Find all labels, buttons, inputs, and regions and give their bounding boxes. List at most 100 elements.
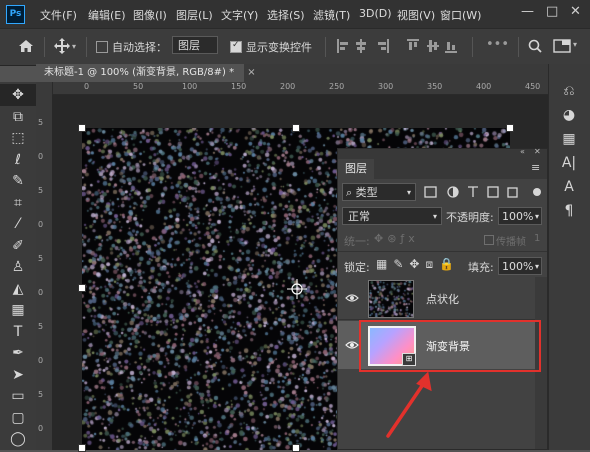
- show-transform-checkbox[interactable]: [230, 40, 242, 53]
- character-icon[interactable]: A|: [556, 152, 582, 174]
- artboard-tool-icon[interactable]: ⧉: [0, 106, 36, 128]
- move-tool-icon[interactable]: ✥: [0, 84, 36, 106]
- close-panel-icon[interactable]: ✕: [534, 147, 541, 156]
- panel-menu-icon[interactable]: ≡: [531, 161, 540, 174]
- annotation-arrow-icon: [386, 371, 432, 438]
- eyedropper-tool-icon[interactable]: ⁄: [0, 213, 36, 235]
- show-transform-label: 显示变换控件: [246, 41, 312, 54]
- ruler-left-label: 5: [38, 254, 44, 263]
- chevron-down-icon[interactable]: ▾: [72, 42, 76, 51]
- chevron-down-icon: ▾: [534, 262, 539, 271]
- search-icon[interactable]: [528, 39, 542, 53]
- ruler-top-label: 100: [182, 82, 198, 91]
- collapse-icon[interactable]: «: [520, 147, 525, 156]
- menu-item[interactable]: 3D(D): [359, 7, 392, 20]
- layer-name[interactable]: 点状化: [426, 291, 459, 307]
- more-options-icon[interactable]: •••: [486, 37, 509, 52]
- opacity-input[interactable]: 100% ▾: [498, 207, 542, 225]
- photoshop-logo-icon: Ps: [6, 5, 25, 24]
- layer-row[interactable]: 点状化: [338, 277, 547, 320]
- maximize-button[interactable]: □: [546, 4, 558, 19]
- home-icon[interactable]: [18, 39, 34, 53]
- ruler-top-label: 50: [133, 82, 144, 91]
- move-tool-icon[interactable]: [54, 38, 70, 54]
- workspace-icon[interactable]: [553, 39, 571, 53]
- menu-item[interactable]: 滤镜(T): [313, 7, 350, 23]
- ruler-left-label: 5: [38, 322, 44, 331]
- pen-tool-icon[interactable]: ✒: [0, 342, 36, 364]
- tab-layers[interactable]: 图层: [338, 159, 374, 179]
- eraser-tool-icon[interactable]: ◭: [0, 278, 36, 300]
- stamp-tool-icon[interactable]: ♙: [0, 256, 36, 278]
- eye-icon[interactable]: [345, 340, 359, 350]
- auto-select-target-value: 图层: [178, 39, 200, 52]
- ruler-left-label: 0: [38, 152, 44, 161]
- ruler-top-label: 300: [378, 82, 394, 91]
- blend-mode-dropdown[interactable]: 正常 ▾: [342, 207, 442, 225]
- auto-select-label: 自动选择：: [112, 41, 167, 54]
- rounded-rect-tool-icon[interactable]: ▢: [0, 407, 36, 429]
- lock-label: 锁定:: [344, 261, 370, 274]
- swatches-icon[interactable]: ▦: [556, 128, 582, 150]
- quick-select-tool-icon[interactable]: ✎: [0, 170, 36, 192]
- fill-input[interactable]: 100% ▾: [498, 257, 542, 275]
- chevron-down-icon: ▾: [534, 212, 539, 221]
- menu-item[interactable]: 选择(S): [267, 7, 305, 23]
- layer-thumbnail-dots: [369, 281, 413, 317]
- transform-handle[interactable]: [78, 124, 86, 132]
- menu-item[interactable]: 视图(V): [397, 7, 435, 23]
- layer-filter-dropdown[interactable]: ⌕ 类型 ▾: [342, 183, 416, 201]
- transform-handle[interactable]: [292, 444, 300, 452]
- transform-handle[interactable]: [506, 124, 514, 132]
- ellipse-tool-icon[interactable]: ◯: [0, 428, 36, 450]
- close-window-button[interactable]: ✕: [570, 4, 581, 19]
- menu-item[interactable]: 窗口(W): [440, 7, 481, 23]
- auto-select-checkbox[interactable]: [96, 41, 108, 53]
- menu-item[interactable]: 图层(L): [176, 7, 213, 23]
- menu-item[interactable]: 图像(I): [133, 7, 167, 23]
- lasso-tool-icon[interactable]: ℓ: [0, 149, 36, 171]
- rectangle-tool-icon[interactable]: ▭: [0, 385, 36, 407]
- panel-collapse-bar: « ✕: [338, 147, 547, 159]
- tab-close-icon[interactable]: ×: [247, 67, 255, 78]
- layers-panel: « ✕ 图层 ≡ ⌕ 类型 ▾ 正常 ▾ 不透明度: 100% ▾ 统一: ✥⊛…: [337, 147, 548, 450]
- search-icon: ⌕: [346, 186, 353, 199]
- minimize-button[interactable]: —: [521, 4, 534, 19]
- transform-handle[interactable]: [78, 284, 86, 292]
- chevron-down-icon[interactable]: ▾: [573, 40, 577, 49]
- auto-select-target-dropdown[interactable]: 图层: [172, 36, 218, 54]
- layer-filter-icons[interactable]: [424, 185, 544, 199]
- fill-value: 100%: [502, 260, 534, 273]
- separator: [472, 37, 473, 57]
- ruler-left-label: 5: [38, 186, 44, 195]
- ruler-top-label: 200: [280, 82, 296, 91]
- marquee-tool-icon[interactable]: ⬚: [0, 127, 36, 149]
- ruler-left-label: 5: [38, 118, 44, 127]
- color-icon[interactable]: ◕: [556, 104, 582, 126]
- menu-item[interactable]: 文件(F): [40, 7, 77, 23]
- gradient-tool-icon[interactable]: ▦: [0, 299, 36, 321]
- paragraph-style-icon[interactable]: A: [556, 176, 582, 198]
- crop-tool-icon[interactable]: ⌗: [0, 192, 36, 214]
- brush-tool-icon[interactable]: ✐: [0, 235, 36, 257]
- ruler-top-label: 150: [231, 82, 247, 91]
- document-tab[interactable]: 未标题-1 @ 100% (渐变背景, RGB/8#) * ×: [36, 64, 256, 82]
- eye-icon[interactable]: [345, 293, 359, 303]
- path-select-tool-icon[interactable]: ➤: [0, 364, 36, 386]
- menu-item[interactable]: 文字(Y): [221, 7, 258, 23]
- transform-center-icon[interactable]: [287, 279, 307, 299]
- paragraph-icon[interactable]: ¶: [556, 200, 582, 222]
- history-icon[interactable]: ⎌: [556, 80, 582, 102]
- opacity-value: 100%: [502, 210, 534, 223]
- propagate-value: 1: [534, 233, 541, 244]
- transform-handle[interactable]: [292, 124, 300, 132]
- align-icons-group: [337, 39, 457, 53]
- lock-icons[interactable]: ▦✎✥⧈🔒: [376, 257, 460, 272]
- propagate-checkbox[interactable]: [484, 235, 494, 245]
- ruler-top-label: 450: [525, 82, 541, 91]
- layer-thumbnail: [368, 280, 414, 318]
- opacity-label: 不透明度:: [446, 211, 494, 224]
- transform-handle[interactable]: [78, 444, 86, 452]
- type-tool-icon[interactable]: T: [0, 321, 36, 343]
- menu-item[interactable]: 编辑(E): [88, 7, 126, 23]
